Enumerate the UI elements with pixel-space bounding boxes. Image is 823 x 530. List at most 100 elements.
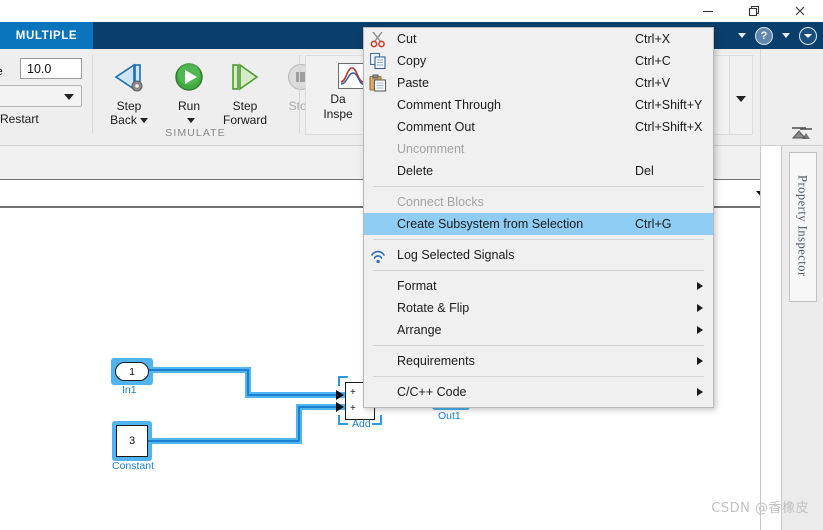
- signal-log-icon: [369, 246, 387, 264]
- data-inspector-label-1: Da: [330, 92, 346, 106]
- block-in1[interactable]: 1: [115, 362, 149, 381]
- menu-item-arrange[interactable]: Arrange: [364, 319, 713, 341]
- solver-combo[interactable]: [0, 85, 82, 107]
- app-window: MULTIPLE ? e 10.0 Restart: [0, 0, 823, 530]
- menu-item-create-subsystem-from-selection[interactable]: Create Subsystem from Selection Ctrl+G: [364, 213, 713, 235]
- ribbon-right-controls: ?: [731, 22, 823, 49]
- submenu-chevron-right-icon: [697, 282, 703, 290]
- menu-item-label: Copy: [397, 54, 427, 68]
- menu-item-log-selected-signals[interactable]: Log Selected Signals: [364, 244, 713, 266]
- menu-item-copy[interactable]: Copy Ctrl+C: [364, 50, 713, 72]
- menu-item-label: Log Selected Signals: [397, 248, 515, 262]
- menu-item-shortcut: Ctrl+C: [635, 54, 671, 68]
- menu-item-rotate-flip[interactable]: Rotate & Flip: [364, 297, 713, 319]
- constant-value: 3: [128, 435, 136, 447]
- menu-item-paste[interactable]: Paste Ctrl+V: [364, 72, 713, 94]
- run-icon: [158, 57, 220, 97]
- menu-item-label: Delete: [397, 164, 434, 178]
- help-caret-icon[interactable]: [775, 22, 797, 49]
- step-back-label-1: Step: [116, 99, 142, 113]
- menu-item-shortcut: Ctrl+Shift+X: [635, 120, 703, 134]
- watermark: CSDN @香橡皮: [711, 501, 809, 516]
- add-handle-br[interactable]: [372, 415, 382, 425]
- data-inspector-label-2: Inspe: [323, 107, 353, 121]
- menu-item-label: Comment Through: [397, 98, 501, 112]
- menu-item-label: Uncomment: [397, 142, 465, 156]
- menu-item-label: Create Subsystem from Selection: [397, 217, 584, 231]
- help-icon[interactable]: ?: [753, 22, 775, 49]
- menu-item-label: Comment Out: [397, 120, 475, 134]
- menu-item-label: Format: [397, 279, 437, 293]
- menu-item-label: Cut: [397, 32, 417, 46]
- submenu-chevron-right-icon: [697, 388, 703, 396]
- scissors-icon: [369, 30, 387, 48]
- stop-time-input[interactable]: 10.0: [20, 58, 82, 79]
- menu-separator: [373, 270, 704, 271]
- out1-label: Out1: [438, 410, 461, 422]
- step-back-caret-icon[interactable]: [139, 118, 148, 124]
- copy-icon: [369, 52, 387, 70]
- panel-collapse-icon[interactable]: [789, 125, 809, 141]
- menu-item-shortcut: Ctrl+Shift+Y: [635, 98, 703, 112]
- stop-time-group: e 10.0 Restart: [0, 52, 92, 130]
- expand-ribbon-icon[interactable]: [797, 22, 819, 49]
- menu-item-shortcut: Ctrl+X: [635, 32, 671, 46]
- restart-label[interactable]: Restart: [0, 112, 39, 126]
- menu-item-shortcut: Ctrl+G: [635, 217, 672, 231]
- step-forward-button[interactable]: Step Forward: [214, 57, 276, 127]
- menu-item-requirements[interactable]: Requirements: [364, 350, 713, 372]
- run-button[interactable]: Run: [158, 57, 220, 127]
- menu-item-label: Rotate & Flip: [397, 301, 470, 315]
- simulate-group-label: SIMULATE: [165, 127, 226, 139]
- add-handle-tl[interactable]: [338, 376, 348, 386]
- run-label: Run: [177, 99, 200, 113]
- data-inspector-button[interactable]: Da Inspe: [305, 55, 371, 135]
- menu-item-cut[interactable]: Cut Ctrl+X: [364, 28, 713, 50]
- menu-separator: [373, 186, 704, 187]
- close-icon[interactable]: [777, 0, 823, 22]
- menu-item-format[interactable]: Format: [364, 275, 713, 297]
- add-label: Add: [352, 418, 371, 430]
- menu-item-label: Connect Blocks: [397, 195, 484, 209]
- minimize-icon[interactable]: [685, 0, 731, 22]
- in1-value: 1: [129, 365, 135, 378]
- in1-label: In1: [122, 384, 137, 396]
- step-forward-icon: [214, 57, 276, 97]
- add-port-1-sign: +: [350, 387, 356, 398]
- menu-item-uncomment: Uncomment: [364, 138, 713, 160]
- data-inspector-icon: [338, 63, 366, 89]
- menu-item-c-c-code[interactable]: C/C++ Code: [364, 381, 713, 403]
- ribbon-tool-b-dropdown[interactable]: [729, 55, 753, 135]
- menu-item-comment-out[interactable]: Comment Out Ctrl+Shift+X: [364, 116, 713, 138]
- block-constant[interactable]: 3: [116, 425, 148, 457]
- ribbon-overflow-caret-icon[interactable]: [731, 22, 753, 49]
- submenu-chevron-right-icon: [697, 304, 703, 312]
- simulate-group: Step Back Run Step Forward Stop SIMULATE: [92, 49, 315, 145]
- restore-icon[interactable]: [731, 0, 777, 22]
- menu-item-connect-blocks: Connect Blocks: [364, 191, 713, 213]
- stop-time-label: e: [0, 64, 3, 78]
- constant-label: Constant: [112, 460, 155, 472]
- add-port-2-sign: +: [350, 403, 356, 414]
- tab-multiple[interactable]: MULTIPLE: [0, 22, 93, 49]
- submenu-chevron-right-icon: [697, 357, 703, 365]
- add-handle-bl[interactable]: [338, 415, 348, 425]
- step-forward-label-1: Step: [232, 99, 258, 113]
- run-caret-icon[interactable]: [186, 118, 195, 124]
- step-back-button[interactable]: Step Back: [98, 57, 160, 127]
- menu-item-comment-through[interactable]: Comment Through Ctrl+Shift+Y: [364, 94, 713, 116]
- step-forward-label-2: Forward: [222, 113, 267, 127]
- step-back-icon: [98, 57, 160, 97]
- property-inspector-title: Property Inspector: [795, 175, 810, 277]
- window-controls: [685, 0, 823, 22]
- menu-item-delete[interactable]: Delete Del: [364, 160, 713, 182]
- title-bar: [0, 0, 823, 22]
- menu-item-label: C/C++ Code: [397, 385, 467, 399]
- menu-item-label: Requirements: [397, 354, 475, 368]
- step-back-label-2: Back: [110, 113, 137, 127]
- menu-separator: [373, 345, 704, 346]
- context-menu[interactable]: Cut Ctrl+X Copy Ctrl+C Paste Ctrl+V Comment Th…: [363, 27, 714, 408]
- menu-item-shortcut: Del: [635, 164, 654, 178]
- menu-item-label: Paste: [397, 76, 429, 90]
- menu-item-shortcut: Ctrl+V: [635, 76, 671, 90]
